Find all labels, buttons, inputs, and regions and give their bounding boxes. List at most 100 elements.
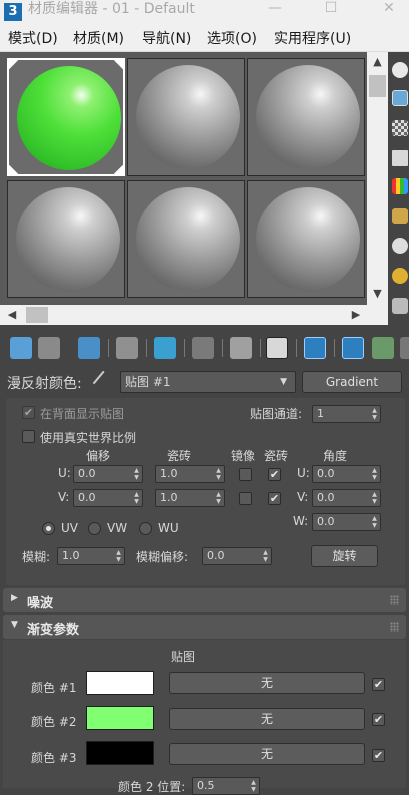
material-sphere bbox=[256, 65, 360, 169]
color-2-swatch[interactable] bbox=[86, 706, 154, 730]
go-to-parent-icon[interactable] bbox=[372, 337, 394, 359]
vw-radio[interactable] bbox=[88, 522, 101, 535]
blur-offset-input[interactable]: 0.0 ▲ ▼ bbox=[202, 547, 272, 565]
drag-grip-icon bbox=[390, 622, 399, 632]
sample-slot-5[interactable] bbox=[127, 180, 245, 298]
sample-type-icon[interactable] bbox=[392, 62, 408, 78]
wu-label: WU bbox=[158, 521, 179, 535]
noise-rollout[interactable]: ▶ 噪波 bbox=[3, 588, 406, 612]
map-column-header: 贴图 bbox=[171, 650, 196, 664]
color-2-position-input[interactable]: 0.5 ▲ ▼ bbox=[192, 777, 260, 795]
uv-radio[interactable] bbox=[42, 522, 55, 535]
horizontal-scroll-thumb[interactable] bbox=[26, 307, 48, 323]
options-icon[interactable] bbox=[392, 238, 408, 254]
material-sphere bbox=[16, 187, 120, 291]
color-3-map-checkbox[interactable]: ✔ bbox=[372, 749, 385, 762]
minimize-button[interactable]: — bbox=[262, 0, 288, 18]
v-tiling-input[interactable]: 1.0 ▲ ▼ bbox=[155, 489, 225, 507]
put-to-scene-icon[interactable] bbox=[38, 337, 60, 359]
show-shaded-icon[interactable] bbox=[304, 337, 326, 359]
map-type-button[interactable]: Gradient bbox=[302, 371, 402, 393]
u-angle-input[interactable]: 0.0 ▲ ▼ bbox=[312, 465, 381, 483]
make-preview-icon[interactable] bbox=[392, 208, 408, 224]
color-1-swatch[interactable] bbox=[86, 671, 154, 695]
show-end-result-icon[interactable] bbox=[342, 337, 364, 359]
color-1-label: 颜色 #1 bbox=[31, 681, 77, 695]
color-2-map-checkbox[interactable]: ✔ bbox=[372, 713, 385, 726]
channel-zero-icon[interactable] bbox=[266, 337, 288, 359]
backlight-icon[interactable] bbox=[392, 90, 408, 106]
wu-radio[interactable] bbox=[139, 522, 152, 535]
menu-bar: 模式(D) 材质(M) 导航(N) 选项(O) 实用程序(U) bbox=[0, 26, 409, 52]
map-name-value: 贴图 #1 bbox=[125, 375, 171, 389]
u-angle-label: U: bbox=[297, 466, 310, 480]
scroll-right-icon[interactable]: ▶ bbox=[348, 305, 364, 325]
select-by-material-icon[interactable] bbox=[392, 268, 408, 284]
menu-material[interactable]: 材质(M) bbox=[73, 26, 124, 52]
mirror-header: 镜像 bbox=[231, 449, 256, 463]
u-tile-checkbox[interactable]: ✔ bbox=[268, 468, 281, 481]
reset-map-icon[interactable] bbox=[116, 337, 138, 359]
sample-slot-6[interactable] bbox=[247, 180, 365, 298]
assign-material-icon[interactable] bbox=[78, 337, 100, 359]
title-bar: 3 材质编辑器 - 01 - Default — ☐ ✕ bbox=[0, 0, 409, 26]
v-offset-input[interactable]: 0.0 ▲ ▼ bbox=[73, 489, 143, 507]
menu-options[interactable]: 选项(O) bbox=[207, 26, 257, 52]
u-mirror-checkbox[interactable] bbox=[239, 468, 252, 481]
material-id-channel-icon[interactable] bbox=[230, 337, 252, 359]
maximize-button[interactable]: ☐ bbox=[318, 0, 344, 18]
material-sphere bbox=[256, 187, 360, 291]
v-tile-checkbox[interactable]: ✔ bbox=[268, 492, 281, 505]
color-2-label: 颜色 #2 bbox=[31, 715, 77, 729]
menu-navigation[interactable]: 导航(N) bbox=[142, 26, 191, 52]
u-offset-input[interactable]: 0.0 ▲ ▼ bbox=[73, 465, 143, 483]
gradient-params-rollout[interactable]: ▼ 渐变参数 bbox=[3, 615, 406, 639]
map-channel-input[interactable]: 1 ▲ ▼ bbox=[312, 405, 381, 423]
color-3-swatch[interactable] bbox=[86, 741, 154, 765]
collapse-arrow-icon: ▼ bbox=[11, 620, 18, 630]
vertical-scroll-thumb[interactable] bbox=[369, 75, 386, 97]
map-name-field[interactable]: 贴图 #1 ▼ bbox=[120, 371, 296, 393]
u-tiling-input[interactable]: 1.0 ▲ ▼ bbox=[155, 465, 225, 483]
color-3-map-button[interactable]: 无 bbox=[169, 743, 365, 765]
gradient-params-title: 渐变参数 bbox=[27, 623, 80, 638]
color-3-label: 颜色 #3 bbox=[31, 751, 77, 765]
rotate-button[interactable]: 旋转 bbox=[311, 545, 378, 567]
diffuse-row: 漫反射颜色: 贴图 #1 ▼ Gradient bbox=[0, 368, 409, 396]
sample-uv-tiling-icon[interactable] bbox=[392, 150, 408, 166]
close-button[interactable]: ✕ bbox=[376, 0, 402, 18]
offset-header: 偏移 bbox=[86, 449, 111, 463]
noise-rollout-title: 噪波 bbox=[27, 596, 54, 611]
scroll-up-icon[interactable]: ▲ bbox=[367, 52, 388, 72]
diffuse-label: 漫反射颜色: bbox=[7, 376, 82, 392]
v-label: V: bbox=[58, 490, 70, 504]
menu-utilities[interactable]: 实用程序(U) bbox=[274, 26, 351, 52]
color-1-map-button[interactable]: 无 bbox=[169, 672, 365, 694]
sample-slot-2[interactable] bbox=[127, 58, 245, 176]
go-forward-icon[interactable] bbox=[400, 337, 409, 359]
sample-slot-3[interactable] bbox=[247, 58, 365, 176]
sample-slot-1[interactable] bbox=[7, 58, 125, 176]
w-angle-input[interactable]: 0.0 ▲ ▼ bbox=[312, 513, 381, 531]
use-real-world-checkbox[interactable] bbox=[22, 430, 35, 443]
v-angle-input[interactable]: 0.0 ▲ ▼ bbox=[312, 489, 381, 507]
material-map-navigator-icon[interactable] bbox=[392, 298, 408, 314]
angle-header: 角度 bbox=[323, 449, 348, 463]
blur-input[interactable]: 1.0 ▲ ▼ bbox=[57, 547, 125, 565]
v-angle-label: V: bbox=[297, 490, 309, 504]
menu-mode[interactable]: 模式(D) bbox=[8, 26, 58, 52]
scroll-down-icon[interactable]: ▼ bbox=[367, 284, 388, 304]
color-2-map-button[interactable]: 无 bbox=[169, 708, 365, 730]
sample-slot-4[interactable] bbox=[7, 180, 125, 298]
scroll-left-icon[interactable]: ◀ bbox=[4, 305, 20, 325]
make-unique-icon[interactable] bbox=[154, 337, 176, 359]
video-color-check-icon[interactable] bbox=[392, 178, 408, 194]
background-icon[interactable] bbox=[392, 120, 408, 136]
eyedropper-icon[interactable] bbox=[92, 370, 116, 394]
slots-horizontal-scrollbar[interactable]: ◀ ▶ bbox=[0, 305, 388, 325]
put-to-library-icon[interactable] bbox=[192, 337, 214, 359]
v-mirror-checkbox[interactable] bbox=[239, 492, 252, 505]
show-map-on-back-checkbox[interactable]: ✔ bbox=[22, 406, 35, 419]
color-1-map-checkbox[interactable]: ✔ bbox=[372, 678, 385, 691]
get-material-icon[interactable] bbox=[10, 337, 32, 359]
